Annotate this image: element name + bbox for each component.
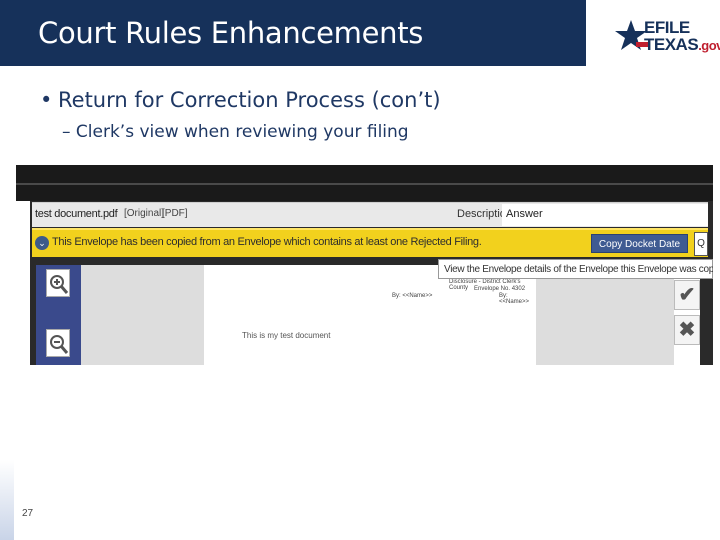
efile-texas-logo: EFILE TEXAS.gov xyxy=(614,18,720,54)
pdf-link[interactable]: [PDF] xyxy=(162,208,188,219)
chevron-down-icon[interactable]: ⌄ xyxy=(35,236,49,250)
logo-texas-text: TEXAS.gov xyxy=(644,35,720,55)
page-title: Court Rules Enhancements xyxy=(38,16,424,50)
checkmark-icon: ✔ xyxy=(678,284,696,306)
document-page: Disclosure - District Clerk's County Env… xyxy=(204,265,536,365)
logo-gov: .gov xyxy=(698,38,720,53)
zoom-in-icon xyxy=(50,275,69,294)
accept-filing-button[interactable]: ✔ xyxy=(674,280,700,310)
screenshot-top-line xyxy=(16,183,713,185)
zoom-in-button[interactable] xyxy=(46,269,70,297)
header: Court Rules Enhancements EFILE TEXAS.gov xyxy=(0,0,720,66)
document-viewer-background xyxy=(81,265,204,365)
view-source-envelope-button[interactable]: Q xyxy=(694,232,708,256)
file-bar: test document.pdf [Original] [PDF] Descr… xyxy=(32,202,708,227)
x-icon: ✖ xyxy=(678,319,696,341)
slide-corner-decoration xyxy=(0,460,14,540)
copy-docket-date-button[interactable]: Copy Docket Date xyxy=(591,234,688,253)
bullet-level1: • Return for Correction Process (con’t) xyxy=(40,88,441,112)
document-viewer-right-background xyxy=(536,265,674,365)
description-value: Answer xyxy=(506,208,543,220)
copied-envelope-alert: ⌄ This Envelope has been copied from an … xyxy=(32,228,708,257)
filename-link[interactable]: test document.pdf xyxy=(35,208,118,220)
screenshot-left-margin xyxy=(16,201,30,365)
zoom-out-button[interactable] xyxy=(46,329,70,357)
review-action-panel: ✔ ✖ xyxy=(674,275,700,365)
document-by-right: By:<<Name>> xyxy=(499,293,530,305)
view-envelope-tooltip: View the Envelope details of the Envelop… xyxy=(438,259,713,279)
description-field[interactable]: Answer xyxy=(502,204,708,226)
document-by-left: By: <<Name>> xyxy=(392,293,433,299)
document-body-text: This is my test document xyxy=(242,331,331,340)
tooltip-text: View the Envelope details of the Envelop… xyxy=(444,264,713,275)
clerk-view-screenshot: test document.pdf [Original] [PDF] Descr… xyxy=(16,165,713,365)
bullet-level1-text: Return for Correction Process (con’t) xyxy=(58,88,441,112)
logo-texas: TEXAS xyxy=(644,35,699,54)
document-tool-panel xyxy=(36,265,81,365)
bullet-dot: • xyxy=(40,88,53,112)
header-band: Court Rules Enhancements xyxy=(0,0,586,66)
alert-text: This Envelope has been copied from an En… xyxy=(52,236,482,248)
bullet-level2: – Clerk’s view when reviewing your filin… xyxy=(62,122,409,142)
page-number: 27 xyxy=(22,508,34,519)
document-header-line2: Envelope No. 4302 xyxy=(474,286,526,292)
original-link[interactable]: [Original] xyxy=(124,208,164,219)
texas-star-icon xyxy=(614,18,648,52)
reject-filing-button[interactable]: ✖ xyxy=(674,315,700,345)
zoom-out-icon xyxy=(50,335,69,354)
